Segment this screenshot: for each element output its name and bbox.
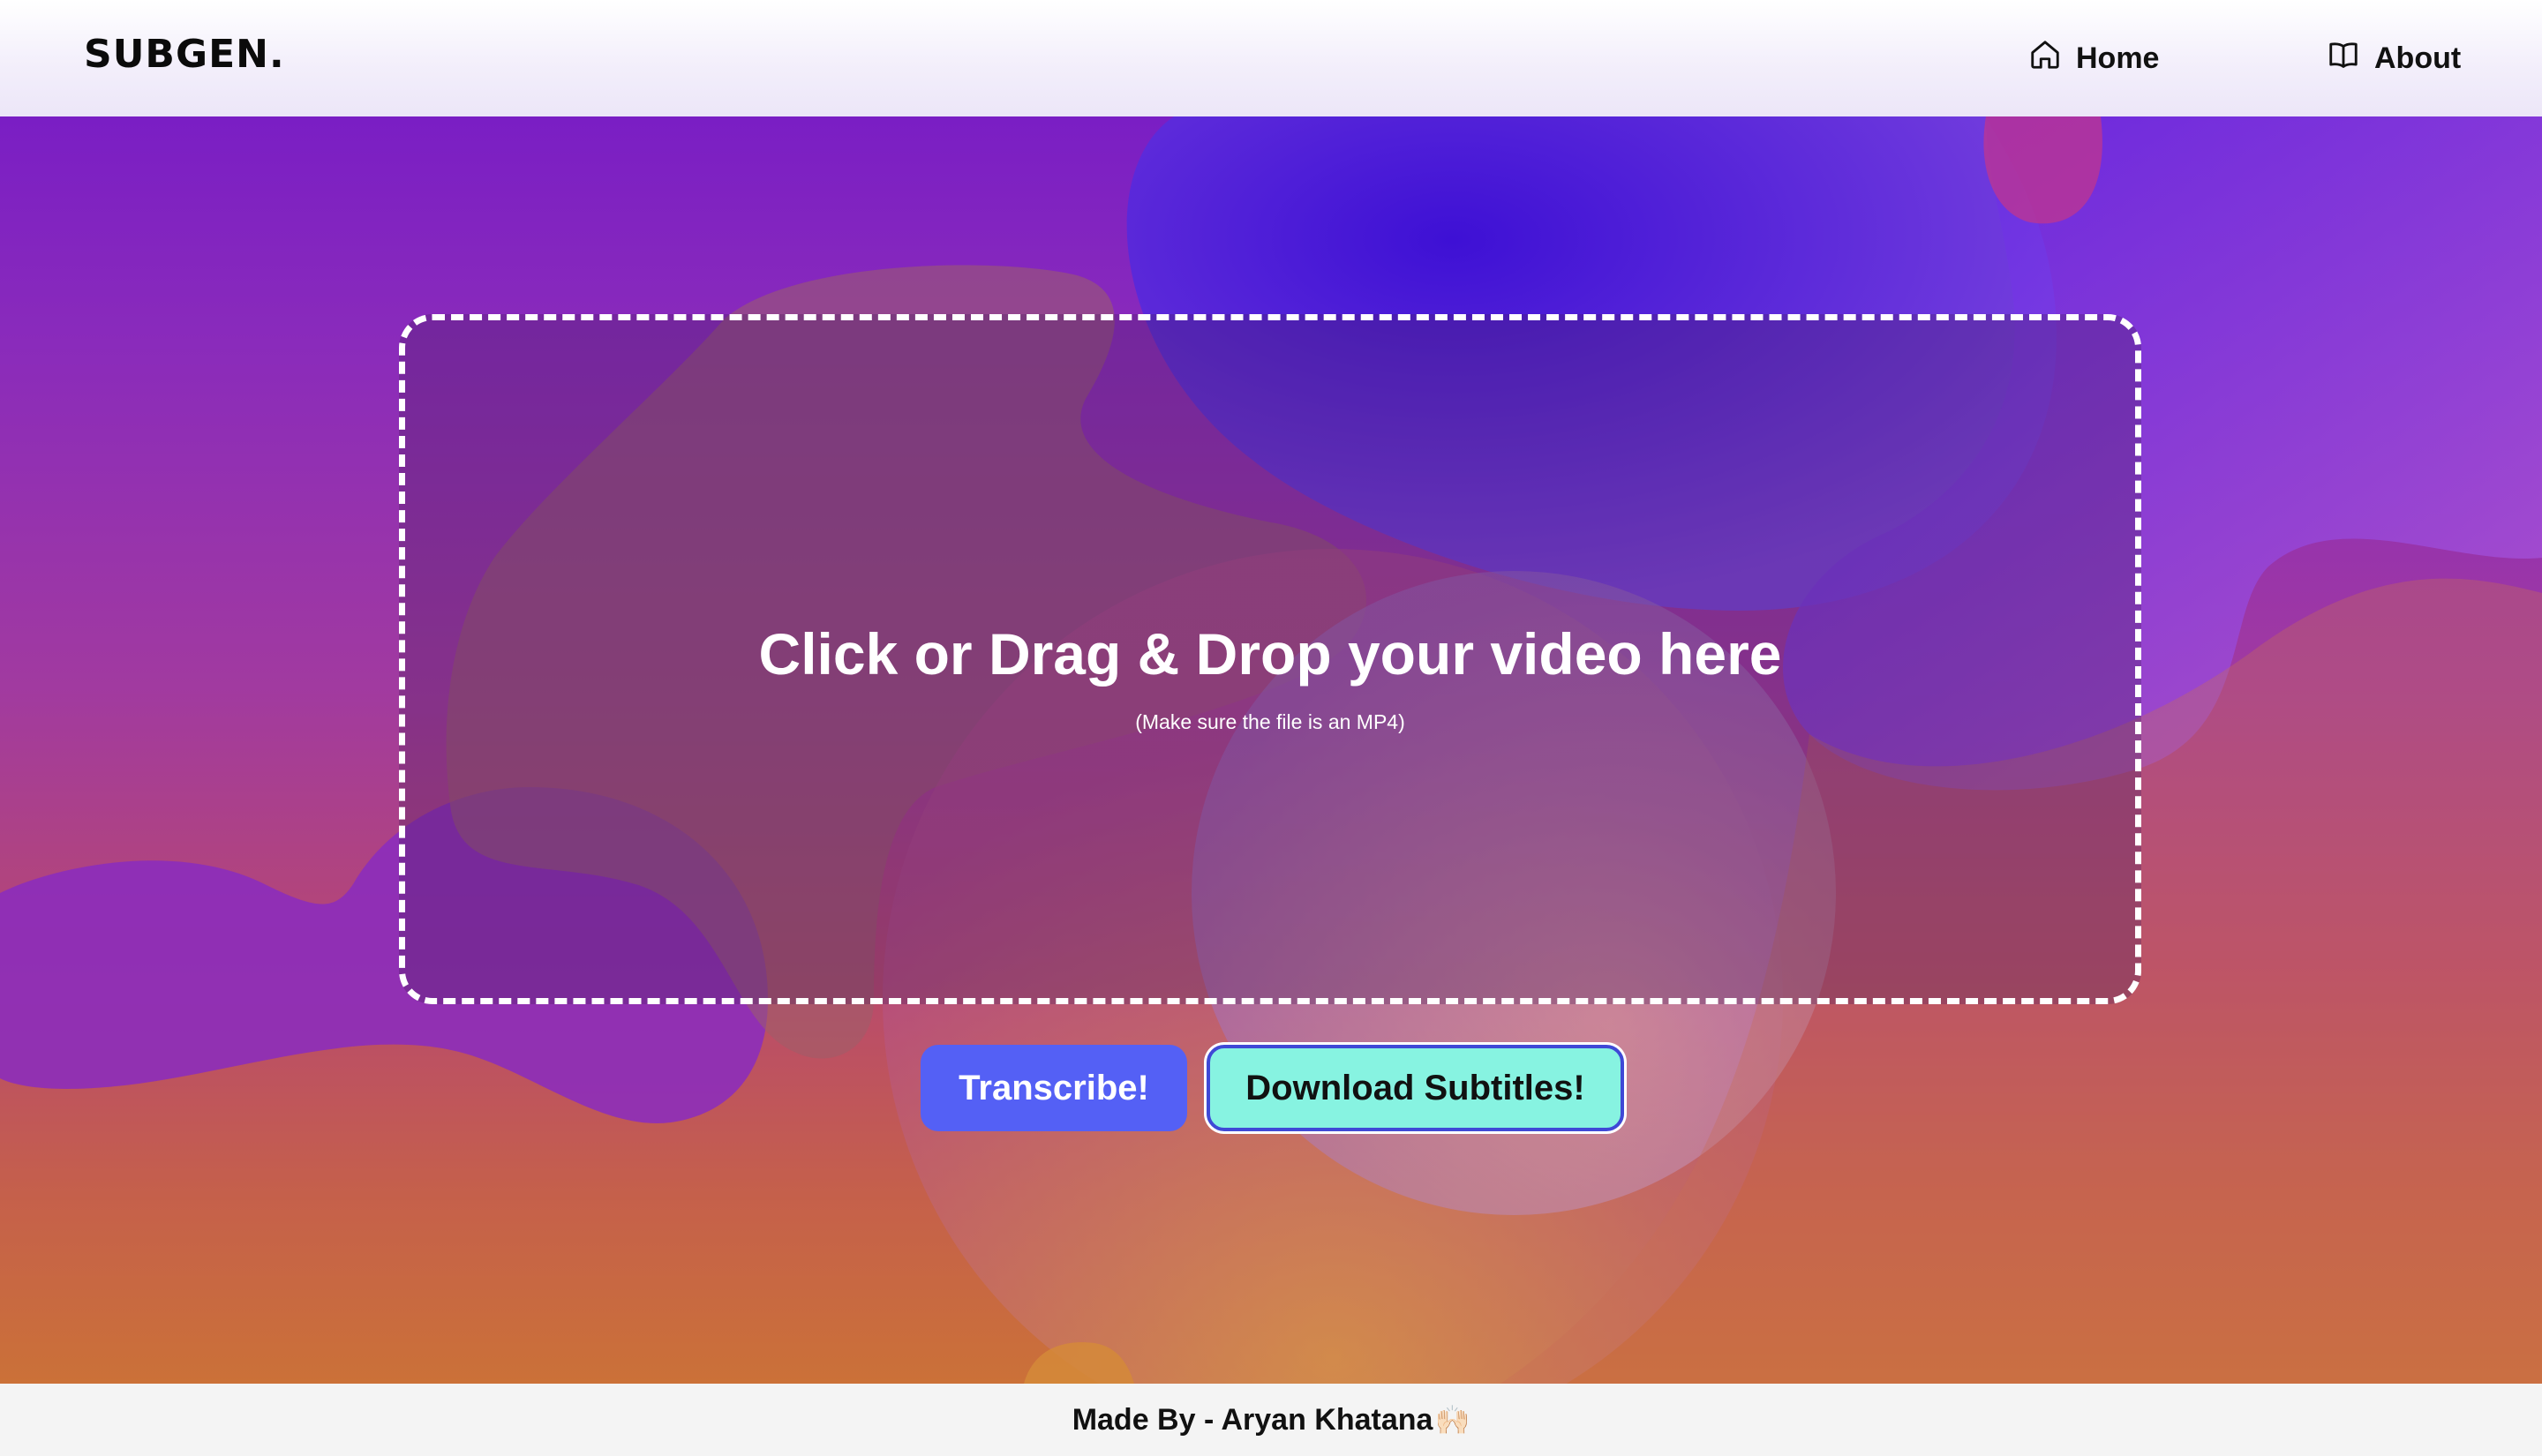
video-dropzone[interactable]: Click or Drag & Drop your video here (Ma… <box>399 314 2141 1004</box>
hero-section: Click or Drag & Drop your video here (Ma… <box>0 116 2542 1384</box>
nav-link-about[interactable]: About <box>2327 35 2461 81</box>
footer: Made By - Aryan Khatana 🙌🏻 <box>0 1384 2542 1456</box>
nav-link-home-label: Home <box>2076 41 2160 75</box>
nav-link-home[interactable]: Home <box>2028 35 2159 81</box>
raised-hands-icon: 🙌🏻 <box>1434 1404 1470 1436</box>
logo[interactable]: SUBGEN. <box>84 32 285 77</box>
download-subtitles-button[interactable]: Download Subtitles! <box>1207 1045 1624 1131</box>
home-icon <box>2028 38 2062 79</box>
dropzone-subtitle: (Make sure the file is an MP4) <box>1135 710 1405 733</box>
footer-credit: Made By - Aryan Khatana <box>1072 1402 1433 1437</box>
nav-link-about-label: About <box>2374 41 2462 75</box>
book-icon <box>2327 38 2360 79</box>
transcribe-button[interactable]: Transcribe! <box>921 1045 1187 1131</box>
dropzone-title: Click or Drag & Drop your video here <box>758 621 1782 687</box>
navbar: SUBGEN. Home About <box>0 0 2542 116</box>
